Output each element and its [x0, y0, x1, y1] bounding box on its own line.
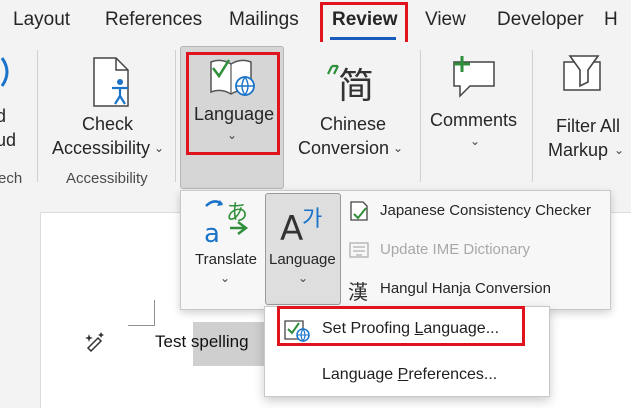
speech-group-label: ech	[0, 170, 23, 187]
update-ime-dictionary-item: Update IME Dictionary	[348, 237, 608, 263]
editor-sparkle-icon[interactable]	[84, 330, 106, 352]
read-aloud-button[interactable]	[0, 52, 20, 92]
proofing-language-icon	[284, 320, 310, 342]
group-separator	[175, 50, 176, 182]
chevron-down-icon: ⌄	[220, 271, 231, 285]
chinese-conversion-label-2: Conversion	[298, 138, 390, 158]
set-proofing-language-label: Set Proofing Language...	[322, 320, 500, 337]
accessibility-group-label: Accessibility	[66, 170, 148, 187]
group-separator	[37, 50, 38, 182]
new-comment-icon	[453, 56, 495, 98]
hanja-icon: 漢	[348, 280, 368, 304]
tab-mailings[interactable]: Mailings	[229, 9, 299, 31]
chinese-conversion-button[interactable]: 简 Chinese Conversion ⌄	[296, 50, 412, 160]
svg-text:A: A	[280, 209, 303, 246]
chevron-down-icon: ⌄	[298, 271, 309, 285]
translate-button[interactable]: あ a Translate ⌄	[190, 196, 260, 306]
document-text[interactable]: Test spelling	[155, 332, 249, 352]
comments-button[interactable]: Comments ⌄	[426, 50, 526, 160]
japanese-consistency-checker-label: Japanese Consistency Checker	[380, 202, 591, 219]
svg-text:あ: あ	[226, 201, 248, 226]
ribbon-tab-bar: Layout References Mailings Review View D…	[0, 0, 631, 45]
tab-references[interactable]: References	[105, 9, 202, 31]
comments-label: Comments	[430, 110, 518, 130]
chinese-conversion-icon: 简	[327, 64, 374, 104]
filter-all-markup-button[interactable]: Filter All Markup ⌄	[540, 50, 631, 160]
update-ime-dictionary-label: Update IME Dictionary	[380, 241, 531, 258]
language-preferences-item[interactable]: Language Preferences...	[277, 360, 543, 392]
svg-text:a: a	[204, 219, 220, 246]
tab-view[interactable]: View	[425, 9, 466, 31]
translate-icon: あ a	[204, 200, 249, 246]
read-aloud-label-1: d	[0, 106, 7, 126]
review-ribbon: d ud ech Check Accessibility ⌄ Accessibi…	[0, 42, 631, 192]
svg-text:简: 简	[338, 66, 374, 104]
chevron-down-icon: ⌄	[470, 134, 481, 148]
check-accessibility-label-1: Check	[82, 114, 134, 134]
set-proofing-language-item[interactable]: Set Proofing Language...	[277, 311, 543, 347]
chinese-conversion-label-1: Chinese	[320, 114, 387, 134]
japanese-consistency-checker-item[interactable]: Japanese Consistency Checker	[348, 198, 608, 224]
read-aloud-icon	[0, 57, 9, 87]
active-tab-indicator	[330, 37, 396, 40]
filter-all-markup-label-2: Markup	[548, 140, 609, 160]
margin-crop-mark	[128, 325, 155, 326]
language-label: Language	[194, 104, 275, 124]
language-letters-icon: A 가	[280, 207, 322, 246]
read-aloud-label-2: ud	[0, 130, 17, 150]
tab-review[interactable]: Review	[332, 9, 397, 31]
chevron-down-icon: ⌄	[393, 141, 404, 155]
filter-markup-icon	[563, 55, 601, 91]
chevron-down-icon: ⌄	[614, 143, 625, 157]
margin-crop-mark	[154, 300, 155, 326]
check-accessibility-button[interactable]: Check Accessibility ⌄	[52, 50, 172, 160]
tab-layout[interactable]: Layout	[13, 9, 70, 31]
chevron-down-icon: ⌄	[227, 128, 238, 142]
consistency-checker-icon	[350, 201, 368, 221]
hangul-hanja-conversion-label: Hangul Hanja Conversion	[380, 280, 551, 297]
chevron-down-icon: ⌄	[154, 141, 165, 155]
group-separator	[420, 50, 421, 182]
check-accessibility-label-2: Accessibility	[52, 138, 151, 158]
accessibility-icon	[93, 57, 129, 107]
language-preferences-label: Language Preferences...	[322, 366, 498, 383]
language-icon	[210, 59, 255, 97]
tab-help-partial[interactable]: H	[604, 9, 618, 31]
hangul-hanja-conversion-item[interactable]: 漢 Hangul Hanja Conversion	[348, 276, 608, 304]
ime-dictionary-icon	[349, 242, 369, 258]
translate-label: Translate	[195, 251, 257, 268]
svg-text:가: 가	[302, 207, 322, 232]
filter-all-markup-label-1: Filter All	[556, 116, 621, 136]
language-menu-label: Language	[269, 251, 336, 268]
tab-developer[interactable]: Developer	[497, 9, 584, 31]
group-separator	[532, 50, 533, 182]
